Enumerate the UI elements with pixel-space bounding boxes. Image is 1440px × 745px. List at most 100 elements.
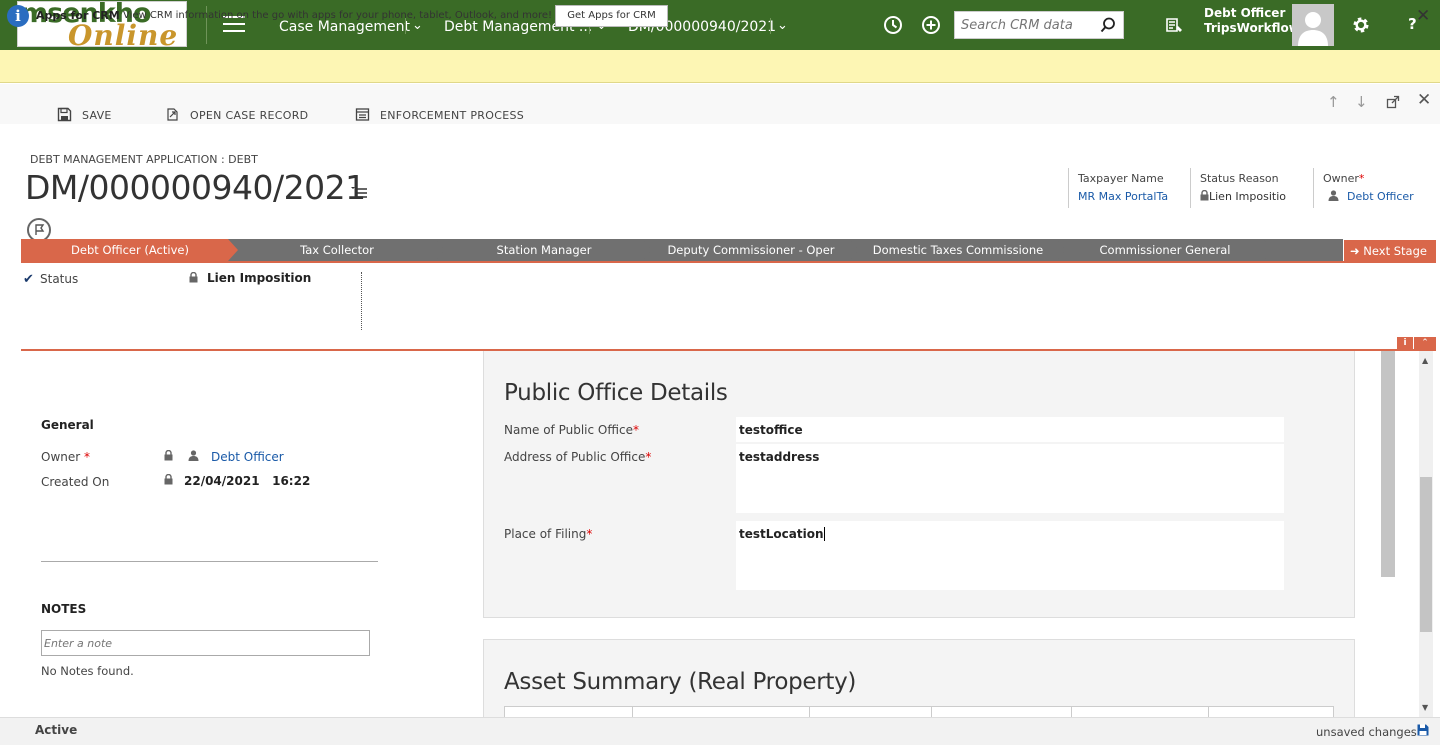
- user-avatar[interactable]: [1292, 4, 1334, 46]
- address-label-text: Address of Public Office: [504, 450, 646, 464]
- scroll-up-icon[interactable]: ▲: [1422, 356, 1428, 365]
- header-field-status-reason: Status Reason Lien Impositio: [1190, 168, 1300, 208]
- taxpayer-name-label: Taxpayer Name: [1078, 172, 1164, 185]
- owner-link[interactable]: Debt Officer: [211, 450, 284, 464]
- open-case-record-button[interactable]: OPEN CASE RECORD: [165, 107, 308, 123]
- address-of-public-office-field[interactable]: testaddress: [736, 444, 1284, 513]
- record-title: DM/000000940/2021: [25, 168, 366, 207]
- lock-icon: [189, 272, 198, 283]
- info-icon: i: [7, 5, 29, 27]
- process-stage-6[interactable]: Commissioner General: [1056, 239, 1274, 261]
- general-section-title: General: [41, 418, 94, 432]
- next-stage-arrow-icon: ➜: [1350, 244, 1364, 258]
- place-of-filing-field[interactable]: testLocation: [736, 521, 1284, 590]
- user-org: TripsWorkflow: [1204, 21, 1300, 35]
- name-of-public-office-field[interactable]: testoffice: [736, 417, 1284, 442]
- collapse-header-chevron-up-icon[interactable]: ⌃: [1414, 337, 1436, 349]
- name-label-text: Name of Public Office: [504, 423, 633, 437]
- notification-bar: [0, 50, 1440, 83]
- filing-label-text: Place of Filing: [504, 527, 587, 541]
- owner-header-value[interactable]: Debt Officer: [1323, 190, 1423, 203]
- owner-header-label: Owner*: [1323, 172, 1423, 185]
- save-button[interactable]: SAVE: [57, 107, 112, 123]
- process-stage-7[interactable]: Debt Offi: [1263, 239, 1343, 261]
- owner-header-label-text: Owner: [1323, 172, 1359, 185]
- search-input[interactable]: [955, 12, 1095, 38]
- form-selector-menu-icon[interactable]: [351, 186, 367, 198]
- open-case-label: OPEN CASE RECORD: [190, 109, 309, 122]
- user-role: Debt Officer: [1204, 6, 1286, 20]
- header-field-owner: Owner* Debt Officer: [1313, 168, 1423, 208]
- note-input[interactable]: [41, 630, 370, 656]
- enforcement-process-button[interactable]: ENFORCEMENT PROCESS: [355, 107, 524, 123]
- close-notification-icon[interactable]: ✕: [1416, 6, 1430, 26]
- logo[interactable]: msenkho Online: [17, 1, 187, 47]
- process-stage-1[interactable]: Debt Officer (Active): [21, 239, 239, 261]
- notes-section-title: NOTES: [41, 602, 87, 616]
- record-chevron-down-icon[interactable]: ⌄: [777, 18, 788, 33]
- previous-record-arrow-up-icon[interactable]: ↑: [1327, 93, 1340, 111]
- advanced-find-icon[interactable]: [1163, 14, 1185, 36]
- process-stage-4[interactable]: Deputy Commissioner - Oper: [642, 239, 860, 261]
- pop-out-icon[interactable]: [1386, 95, 1400, 109]
- process-stage-5[interactable]: Domestic Taxes Commissione: [849, 239, 1067, 261]
- next-record-arrow-down-icon[interactable]: ↓: [1355, 93, 1368, 111]
- header-field-taxpayer: Taxpayer Name MR Max PortalTa: [1068, 168, 1183, 208]
- form-scrollbar-thumb[interactable]: [1420, 477, 1432, 632]
- open-record-icon: [167, 108, 178, 121]
- owner-header-link[interactable]: Debt Officer: [1347, 190, 1414, 203]
- notification-message: View CRM information on the go with apps…: [123, 10, 553, 21]
- place-of-filing-value: testLocation: [739, 527, 824, 541]
- process-underline: [21, 261, 1436, 263]
- entity-label: DEBT MANAGEMENT APPLICATION : DEBT: [30, 153, 258, 166]
- user-info[interactable]: Debt Officer TripsWorkflow: [1204, 6, 1300, 36]
- status-footer: [0, 717, 1440, 745]
- notification-title: Apps for CRM: [36, 9, 120, 22]
- search-icon[interactable]: [1100, 17, 1116, 33]
- address-of-public-office-label: Address of Public Office*: [504, 450, 651, 464]
- process-stage-2[interactable]: Tax Collector: [228, 239, 446, 261]
- place-of-filing-label: Place of Filing*: [504, 527, 592, 541]
- owner-label: Owner *: [41, 450, 90, 464]
- info-toggle-icon[interactable]: i: [1397, 337, 1413, 349]
- close-form-icon[interactable]: ✕: [1417, 90, 1431, 110]
- avatar-silhouette-icon: [1298, 12, 1328, 46]
- nav-module-link[interactable]: Case Management: [279, 19, 410, 35]
- required-indicator: *: [645, 450, 652, 464]
- name-of-public-office-label: Name of Public Office*: [504, 423, 639, 437]
- asset-summary-section-title: Asset Summary (Real Property): [504, 669, 857, 695]
- created-on-value: 22/04/2021 16:22: [184, 474, 311, 488]
- create-plus-icon[interactable]: [920, 14, 942, 36]
- status-reason-text: Lien Impositio: [1209, 190, 1286, 203]
- section-scrollbar[interactable]: [1381, 351, 1395, 577]
- required-indicator: *: [586, 527, 593, 541]
- enforcement-label: ENFORCEMENT PROCESS: [380, 109, 525, 122]
- scroll-down-icon[interactable]: ▼: [1422, 703, 1428, 712]
- nav-divider: [770, 18, 771, 34]
- process-divider: [361, 272, 362, 330]
- record-status: Active: [35, 723, 78, 737]
- process-stage-3[interactable]: Station Manager: [435, 239, 653, 261]
- lock-icon: [164, 474, 173, 485]
- lock-icon: [1200, 190, 1209, 201]
- user-icon: [188, 450, 199, 461]
- required-indicator: *: [632, 423, 639, 437]
- next-stage-button[interactable]: ➜ Next Stage: [1344, 240, 1436, 262]
- created-on-label: Created On: [41, 475, 110, 489]
- process-icon: [355, 108, 370, 121]
- lock-icon: [164, 450, 173, 461]
- process-status-label: Status: [40, 272, 79, 286]
- text-cursor: [823, 527, 825, 541]
- footer-save-icon[interactable]: [1417, 724, 1429, 736]
- save-label: SAVE: [82, 109, 112, 122]
- search-box[interactable]: [954, 11, 1124, 39]
- process-status-value: Lien Imposition: [207, 271, 312, 285]
- taxpayer-name-link[interactable]: MR Max PortalTa: [1078, 190, 1183, 203]
- get-apps-button[interactable]: Get Apps for CRM: [555, 5, 668, 27]
- save-disk-icon: [57, 107, 72, 122]
- settings-gear-icon[interactable]: [1350, 14, 1372, 36]
- no-notes-text: No Notes found.: [41, 664, 134, 678]
- unsaved-changes-text: unsaved changes: [1316, 725, 1417, 739]
- next-stage-label: Next Stage: [1363, 244, 1427, 258]
- recent-clock-icon[interactable]: [882, 14, 904, 36]
